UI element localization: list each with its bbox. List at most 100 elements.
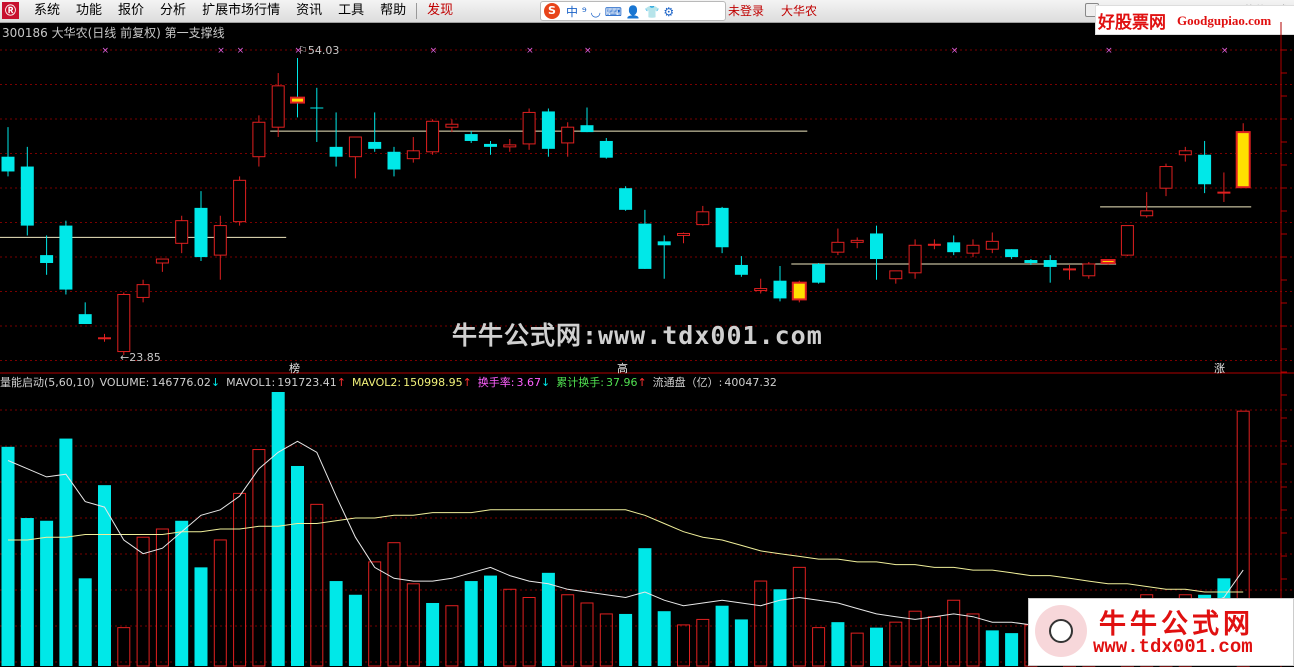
- candle-up: [1159, 166, 1173, 189]
- volume-bar-up: [812, 627, 826, 667]
- signal-x-mark: ×: [584, 46, 592, 56]
- candle-up: [348, 136, 362, 158]
- volume-bar-down: [541, 572, 555, 666]
- candle-up: [136, 284, 150, 298]
- volume-bar-up: [947, 599, 961, 667]
- volume-bar-down: [426, 602, 440, 666]
- candle-up: [985, 240, 999, 250]
- volume-bar-down: [329, 581, 343, 666]
- candle-up: [1217, 191, 1231, 194]
- signal-x-mark: ×: [102, 46, 110, 56]
- volume-bar-down: [734, 619, 748, 666]
- volume-bar-down: [78, 578, 92, 666]
- volume-bar-down: [484, 575, 497, 666]
- signal-x-mark: ×: [430, 46, 438, 56]
- cow-logo-icon: [1035, 605, 1087, 657]
- turnover-value: 3.67: [516, 376, 542, 389]
- candle-up: [252, 121, 266, 158]
- volume-bar-up: [310, 503, 324, 667]
- candle-up: [1082, 263, 1096, 277]
- candle-down: [715, 207, 729, 248]
- candle-down: [773, 280, 787, 299]
- volume-value: 146776.02: [151, 376, 211, 389]
- candle-up: [175, 220, 189, 244]
- volume-bar-down: [657, 611, 671, 666]
- volume-bar-down: [98, 485, 111, 666]
- marker-bang: 榜: [289, 362, 300, 375]
- volume-bar-up: [889, 621, 903, 667]
- low-price-value: 23.85: [129, 351, 161, 364]
- high-price-label: ⚐54.03: [298, 44, 339, 57]
- signal-x-mark: ×: [1105, 46, 1113, 56]
- volume-bar-down: [773, 589, 787, 666]
- volume-bar-down: [175, 520, 189, 666]
- mavol2-label: MAVOL2:: [351, 376, 402, 389]
- volume-label: VOLUME:: [99, 376, 150, 389]
- candle-down: [1005, 249, 1019, 258]
- bottom-watermark-url: www.tdx001.com: [1093, 636, 1253, 658]
- candle-down: [59, 225, 73, 290]
- candle-up: [426, 120, 440, 153]
- marker-gao: 高: [617, 362, 628, 375]
- volume-bar-down: [194, 567, 208, 666]
- high-price-value: 54.03: [307, 44, 340, 57]
- candle-up: [677, 232, 690, 236]
- chart-title: 300186 大华农(日线 前复权) 第一支撑线: [2, 26, 225, 40]
- signal-x-mark: ×: [1221, 46, 1229, 56]
- volume-bar-down: [985, 630, 999, 666]
- candle-down: [484, 143, 497, 147]
- candle-down: [368, 141, 382, 149]
- candle-up: [406, 150, 420, 160]
- candle-down: [1, 156, 15, 172]
- site-watermark-bottom: 牛牛公式网 www.tdx001.com: [1028, 598, 1294, 666]
- candle-up: [696, 211, 710, 226]
- volume-bar-up: [754, 580, 768, 667]
- marker-zhang: 涨: [1214, 362, 1225, 375]
- candle-up: [98, 337, 111, 340]
- signal-candle: [1235, 131, 1251, 189]
- candle-up: [966, 244, 980, 254]
- candle-up: [503, 144, 517, 148]
- volume-bar-up: [522, 597, 536, 667]
- candle-up: [522, 111, 536, 145]
- volume-bar-up: [561, 594, 575, 667]
- candle-down: [734, 264, 748, 275]
- candle-down: [194, 207, 208, 258]
- volume-bar-down: [870, 627, 883, 666]
- volume-bar-up: [233, 492, 247, 667]
- volume-bar-up: [387, 542, 401, 667]
- candle-up: [889, 270, 903, 280]
- volume-bar-up: [580, 602, 594, 667]
- mavol1-label: MAVOL1:: [226, 376, 276, 389]
- candle-up: [1120, 225, 1134, 256]
- candle-up: [445, 123, 459, 128]
- candle-up: [1063, 268, 1076, 271]
- candle-down: [870, 233, 883, 260]
- candle-up: [754, 288, 768, 292]
- candle-down: [638, 223, 652, 269]
- arrow-up-icon: ↑: [462, 376, 472, 389]
- signal-candle: [1100, 259, 1116, 264]
- low-price-label: ←23.85: [120, 351, 161, 364]
- candle-up: [831, 241, 845, 253]
- candle-down: [1024, 260, 1038, 263]
- candle-down: [387, 151, 401, 170]
- candle-up: [927, 243, 941, 246]
- volume-bar-down: [638, 548, 652, 666]
- candle-up: [233, 179, 247, 223]
- volume-bar-up: [677, 624, 690, 667]
- volume-bar-up: [503, 588, 517, 667]
- volume-bar-up: [445, 605, 459, 667]
- candle-down: [1198, 154, 1212, 185]
- center-watermark: 牛牛公式网:www.tdx001.com: [452, 321, 823, 350]
- candle-down: [947, 242, 961, 253]
- volume-bar-up: [213, 539, 227, 667]
- arrow-up-icon: ↑: [637, 376, 647, 389]
- volume-bar-up: [599, 613, 613, 667]
- arrow-left-icon: ←: [120, 351, 130, 364]
- signal-x-mark: ×: [526, 46, 534, 56]
- volume-bar-up: [368, 561, 382, 667]
- cum-turnover-label: 累计换手:: [556, 376, 604, 389]
- candle-up: [850, 239, 864, 243]
- cum-turnover-value: 37.96: [605, 376, 638, 389]
